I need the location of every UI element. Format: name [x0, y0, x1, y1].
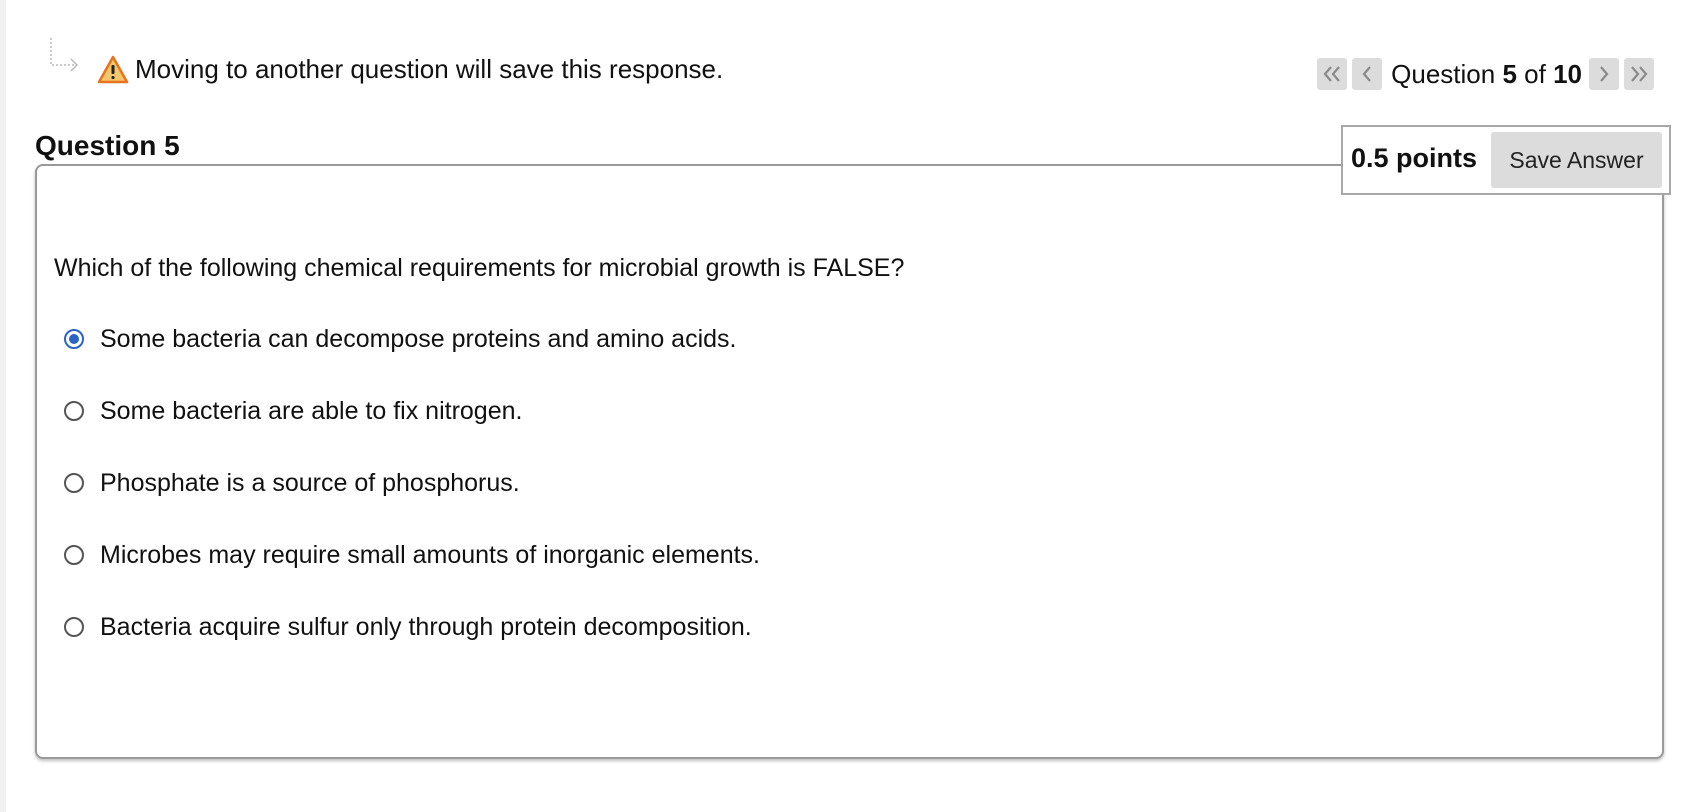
save-answer-button[interactable]: Save Answer [1491, 132, 1662, 188]
question-prompt: Which of the following chemical requirem… [54, 254, 905, 282]
current-question-number: 5 [1502, 59, 1517, 89]
question-counter-separator: of [1524, 59, 1546, 89]
points-value: 0.5 points [1351, 143, 1478, 173]
chevron-right-icon [1600, 66, 1609, 82]
radio-button[interactable] [64, 401, 84, 421]
total-question-count: 10 [1553, 59, 1582, 89]
next-question-button[interactable] [1589, 58, 1619, 90]
radio-button[interactable] [64, 473, 84, 493]
previous-question-button[interactable] [1352, 58, 1383, 90]
radio-button-selected[interactable] [64, 329, 84, 349]
answer-option[interactable]: Microbes may require small amounts of in… [64, 538, 760, 572]
indent-arrow-icon [50, 38, 79, 72]
answer-option-label: Some bacteria can decompose proteins and… [100, 325, 737, 353]
save-warning-text: Moving to another question will save thi… [135, 54, 724, 84]
warning-triangle-icon [97, 55, 129, 84]
answer-option-label: Bacteria acquire sulfur only through pro… [100, 613, 752, 641]
answer-option-label: Microbes may require small amounts of in… [100, 541, 760, 569]
double-chevron-left-icon [1323, 66, 1340, 82]
question-counter: Question 5 of 10 [1391, 58, 1582, 90]
first-question-button[interactable] [1317, 58, 1348, 90]
left-border [0, 0, 6, 812]
answer-option-label: Phosphate is a source of phosphorus. [100, 469, 520, 497]
radio-button[interactable] [64, 545, 84, 565]
points-panel: 0.5 points Save Answer [1341, 125, 1671, 195]
last-question-button[interactable] [1624, 58, 1654, 90]
answer-option[interactable]: Some bacteria can decompose proteins and… [64, 322, 736, 356]
question-navigation: Question 5 of 10 [1317, 57, 1654, 91]
chevron-left-icon [1362, 66, 1371, 82]
answer-option[interactable]: Some bacteria are able to fix nitrogen. [64, 394, 522, 428]
answer-option-label: Some bacteria are able to fix nitrogen. [100, 397, 523, 425]
question-heading: Question 5 [35, 130, 180, 161]
double-chevron-right-icon [1631, 66, 1648, 82]
answer-option[interactable]: Phosphate is a source of phosphorus. [64, 466, 520, 500]
radio-button[interactable] [64, 617, 84, 637]
question-counter-prefix: Question [1391, 59, 1496, 89]
answer-option[interactable]: Bacteria acquire sulfur only through pro… [64, 610, 752, 644]
